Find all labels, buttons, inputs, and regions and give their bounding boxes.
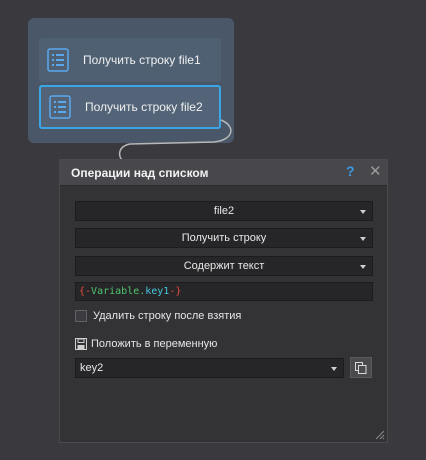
operation-select[interactable]: Получить строку (75, 228, 373, 248)
chevron-down-icon (331, 367, 337, 371)
resize-grip-icon[interactable] (373, 428, 385, 440)
expr-open-bracket: {- (79, 286, 92, 297)
close-icon[interactable]: ✕ (369, 162, 382, 180)
delete-after-take-checkbox[interactable] (75, 310, 87, 322)
chevron-down-icon (360, 265, 366, 269)
panel-titlebar[interactable]: Операции над списком ? ✕ (60, 160, 387, 186)
save-to-variable-label: Положить в переменную (91, 338, 218, 350)
list-operations-panel: Операции над списком ? ✕ file2 Получить … (59, 159, 388, 443)
list-select[interactable]: file2 (75, 201, 373, 221)
copy-icon (355, 361, 367, 374)
help-icon[interactable]: ? (346, 163, 355, 179)
panel-title: Операции над списком (71, 165, 209, 180)
condition-select[interactable]: Содержит текст (75, 256, 373, 276)
operation-select-value: Получить строку (181, 232, 267, 244)
variable-expression-field[interactable]: {-Variable.key1-} (75, 282, 373, 301)
save-disk-icon (75, 338, 87, 350)
delete-after-take-label: Удалить строку после взятия (93, 310, 242, 322)
save-to-variable-row: Положить в переменную (75, 338, 217, 350)
chevron-down-icon (360, 210, 366, 214)
list-select-value: file2 (213, 205, 235, 217)
expr-key: key1 (145, 286, 170, 297)
expr-namespace: Variable (91, 286, 140, 297)
copy-button[interactable] (350, 357, 372, 378)
delete-after-take-row[interactable]: Удалить строку после взятия (75, 310, 241, 322)
variable-select-value: key2 (80, 362, 104, 374)
condition-select-value: Содержит текст (183, 260, 265, 272)
expr-close-bracket: -} (169, 286, 182, 297)
variable-select[interactable]: key2 (75, 358, 344, 378)
chevron-down-icon (360, 237, 366, 241)
